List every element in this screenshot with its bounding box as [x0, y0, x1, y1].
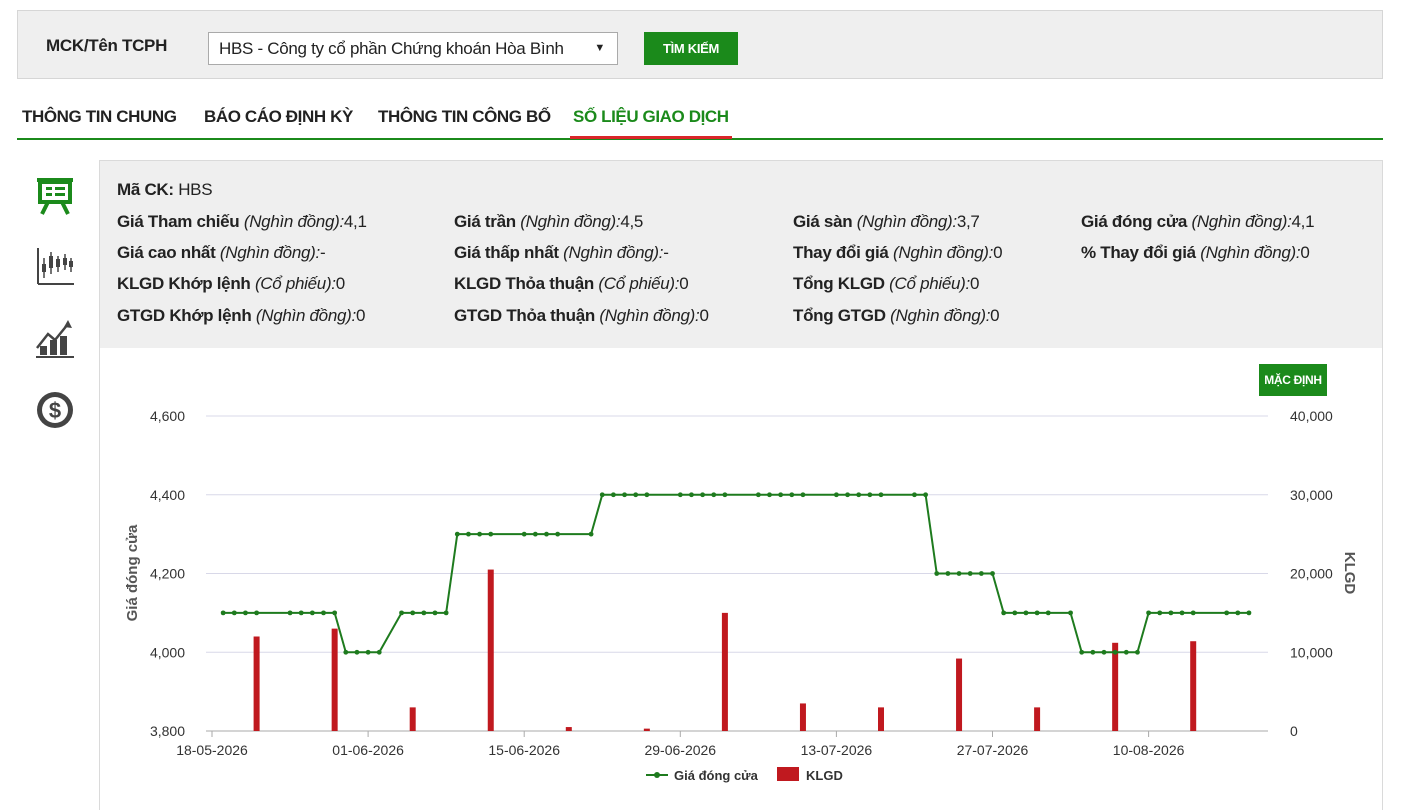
info-field: Tổng GTGD (Nghìn đồng):0	[793, 306, 1000, 326]
stock-code-value: HBS	[178, 180, 213, 199]
candlestick-icon[interactable]	[34, 246, 76, 288]
company-select[interactable]: HBS - Công ty cổ phần Chứng khoán Hòa Bì…	[208, 32, 618, 65]
info-field: GTGD Khớp lệnh (Nghìn đồng):0	[117, 306, 365, 326]
info-field-value: 0	[993, 243, 1003, 262]
info-field: Giá cao nhất (Nghìn đồng):-	[117, 243, 326, 263]
info-field-unit: (Nghìn đồng):	[856, 212, 957, 231]
dollar-icon[interactable]: $	[34, 389, 76, 431]
info-field-unit: (Nghìn đồng):	[1191, 212, 1292, 231]
info-field-value: -	[319, 243, 326, 262]
info-field-label: KLGD Khớp lệnh	[117, 274, 251, 293]
info-field-label: Giá sàn	[793, 212, 853, 231]
stock-code: Mã CK: HBS	[117, 180, 213, 200]
info-field-label: Giá cao nhất	[117, 243, 216, 262]
info-field: Giá đóng cửa (Nghìn đồng):4,1	[1081, 212, 1315, 232]
info-field-unit: (Nghìn đồng):	[255, 306, 356, 325]
info-field-label: Giá trần	[454, 212, 516, 231]
info-field-unit: (Cổ phiếu):	[254, 274, 336, 293]
tab-periodic-reports[interactable]: BÁO CÁO ĐỊNH KỲ	[204, 107, 353, 127]
info-field-label: Giá Tham chiếu	[117, 212, 240, 231]
search-button[interactable]: TÌM KIẾM	[644, 32, 738, 65]
info-field-value: 0	[355, 306, 366, 325]
search-label: MCK/Tên TCPH	[46, 36, 168, 55]
info-field-unit: (Nghìn đồng):	[893, 243, 994, 262]
info-field: % Thay đổi giá (Nghìn đồng):0	[1081, 243, 1310, 263]
info-field: Giá Tham chiếu (Nghìn đồng):4,1	[117, 212, 367, 232]
presentation-icon[interactable]	[34, 174, 76, 216]
info-field: KLGD Thỏa thuận (Cổ phiếu):0	[454, 274, 689, 294]
info-field-unit: (Nghìn đồng):	[1200, 243, 1301, 262]
info-field-value: 4,1	[343, 212, 367, 231]
info-field-label: % Thay đổi giá	[1081, 243, 1196, 262]
info-field-label: KLGD Thỏa thuận	[454, 274, 594, 293]
info-field-label: GTGD Khớp lệnh	[117, 306, 252, 325]
info-field-value: -	[663, 243, 669, 262]
info-field: Giá sàn (Nghìn đồng):3,7	[793, 212, 980, 232]
info-field-label: Tổng KLGD	[793, 274, 885, 293]
info-field: KLGD Khớp lệnh (Cổ phiếu):0	[117, 274, 345, 294]
info-field-label: Giá đóng cửa	[1081, 212, 1188, 231]
info-field-unit: (Nghìn đồng):	[563, 243, 664, 262]
company-select-value: HBS - Công ty cổ phần Chứng khoán Hòa Bì…	[219, 39, 564, 58]
stock-code-label: Mã CK:	[117, 180, 174, 199]
info-field-value: 0	[969, 274, 980, 293]
info-field-value: 0	[335, 274, 345, 293]
info-field-unit: (Nghìn đồng):	[890, 306, 991, 325]
info-field-label: GTGD Thỏa thuận	[454, 306, 595, 325]
search-bar: MCK/Tên TCPH HBS - Công ty cổ phần Chứng…	[17, 10, 1383, 79]
info-field-label: Tổng GTGD	[793, 306, 886, 325]
info-field-value: 0	[679, 274, 689, 293]
info-field-unit: (Nghìn đồng):	[599, 306, 700, 325]
info-field-unit: (Nghìn đồng):	[520, 212, 621, 231]
info-field-value: 0	[1300, 243, 1310, 262]
chart-container	[99, 348, 1383, 810]
info-field-unit: (Cổ phiếu):	[889, 274, 970, 293]
info-field-unit: (Cổ phiếu):	[598, 274, 680, 293]
info-field-value: 4,1	[1291, 212, 1315, 231]
info-field-unit: (Nghìn đồng):	[243, 212, 344, 231]
info-field-label: Thay đổi giá	[793, 243, 889, 262]
tab-general-info[interactable]: THÔNG TIN CHUNG	[22, 107, 177, 127]
info-field: Giá trần (Nghìn đồng):4,5	[454, 212, 643, 232]
tab-trading-data[interactable]: SỐ LIỆU GIAO DỊCH	[570, 107, 732, 139]
svg-text:$: $	[49, 398, 61, 423]
info-field-value: 0	[990, 306, 1000, 325]
info-field: Giá thấp nhất (Nghìn đồng):-	[454, 243, 669, 263]
tab-disclosures[interactable]: THÔNG TIN CÔNG BỐ	[378, 107, 551, 127]
info-field: GTGD Thỏa thuận (Nghìn đồng):0	[454, 306, 709, 326]
tab-bar: THÔNG TIN CHUNG BÁO CÁO ĐỊNH KỲ THÔNG TI…	[17, 100, 1383, 140]
info-field: Thay đổi giá (Nghìn đồng):0	[793, 243, 1003, 263]
info-field-value: 0	[699, 306, 709, 325]
info-field-value: 3,7	[956, 212, 980, 231]
default-button[interactable]: MẶC ĐỊNH	[1259, 364, 1327, 396]
chevron-down-icon: ▼	[594, 42, 605, 54]
info-field: Tổng KLGD (Cổ phiếu):0	[793, 274, 979, 294]
info-field-label: Giá thấp nhất	[454, 243, 559, 262]
info-field-unit: (Nghìn đồng):	[219, 243, 320, 262]
info-field-value: 4,5	[620, 212, 644, 231]
bar-growth-icon[interactable]	[34, 318, 76, 360]
